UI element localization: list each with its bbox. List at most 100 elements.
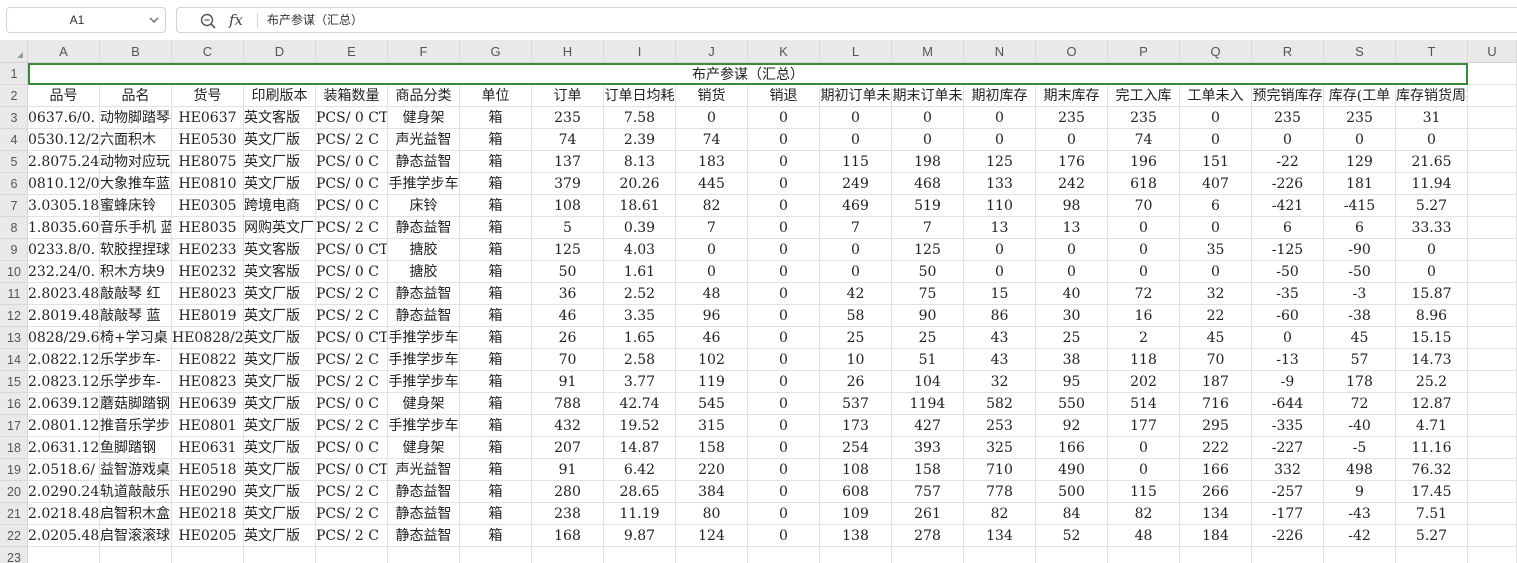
cell-P7[interactable]: 70: [1108, 195, 1180, 217]
cell-A13[interactable]: 0828/29.6: [28, 327, 100, 349]
cell-B13[interactable]: 椅+学习桌: [100, 327, 172, 349]
cell-A5[interactable]: 2.8075.24/: [28, 151, 100, 173]
cell-J18[interactable]: 158: [676, 437, 748, 459]
cell-J12[interactable]: 96: [676, 305, 748, 327]
cell-U13[interactable]: [1468, 327, 1517, 349]
cell-G23[interactable]: [460, 547, 532, 563]
cell-A16[interactable]: 2.0639.12/: [28, 393, 100, 415]
cell-G13[interactable]: 箱: [460, 327, 532, 349]
cell-S16[interactable]: 72: [1324, 393, 1396, 415]
cell-S18[interactable]: -5: [1324, 437, 1396, 459]
cell-P5[interactable]: 196: [1108, 151, 1180, 173]
cell-H11[interactable]: 36: [532, 283, 604, 305]
cell-N8[interactable]: 13: [964, 217, 1036, 239]
cell-F8[interactable]: 静态益智: [388, 217, 460, 239]
cell-I2[interactable]: 订单日均耗: [604, 85, 676, 107]
cell-A15[interactable]: 2.0823.12/: [28, 371, 100, 393]
cell-K7[interactable]: 0: [748, 195, 820, 217]
cell-Q5[interactable]: 151: [1180, 151, 1252, 173]
cell-K17[interactable]: 0: [748, 415, 820, 437]
cell-J19[interactable]: 220: [676, 459, 748, 481]
cell-M5[interactable]: 198: [892, 151, 964, 173]
cell-R7[interactable]: -421: [1252, 195, 1324, 217]
cell-N16[interactable]: 582: [964, 393, 1036, 415]
cell-O16[interactable]: 550: [1036, 393, 1108, 415]
cell-T10[interactable]: 0: [1396, 261, 1468, 283]
cell-O15[interactable]: 95: [1036, 371, 1108, 393]
cell-P9[interactable]: 0: [1108, 239, 1180, 261]
cell-M10[interactable]: 50: [892, 261, 964, 283]
cell-G8[interactable]: 箱: [460, 217, 532, 239]
cell-K4[interactable]: 0: [748, 129, 820, 151]
row-header-1[interactable]: 1: [0, 63, 28, 85]
column-header-G[interactable]: G: [460, 40, 532, 63]
cell-A2[interactable]: 品号: [28, 85, 100, 107]
column-header-F[interactable]: F: [388, 40, 460, 63]
cell-O5[interactable]: 176: [1036, 151, 1108, 173]
cell-E9[interactable]: PCS/ 0 CT: [316, 239, 388, 261]
cell-T23[interactable]: [1396, 547, 1468, 563]
cell-O13[interactable]: 25: [1036, 327, 1108, 349]
column-header-T[interactable]: T: [1396, 40, 1468, 63]
cell-Q3[interactable]: 0: [1180, 107, 1252, 129]
cell-D4[interactable]: 英文厂版: [244, 129, 316, 151]
cell-O7[interactable]: 98: [1036, 195, 1108, 217]
cell-O2[interactable]: 期末库存: [1036, 85, 1108, 107]
cell-K9[interactable]: 0: [748, 239, 820, 261]
cell-R19[interactable]: 332: [1252, 459, 1324, 481]
row-header-14[interactable]: 14: [0, 349, 28, 371]
cell-D10[interactable]: 英文客版: [244, 261, 316, 283]
cell-B6[interactable]: 大象推车蓝: [100, 173, 172, 195]
cell-L6[interactable]: 249: [820, 173, 892, 195]
chevron-down-icon[interactable]: [147, 12, 161, 28]
row-header-3[interactable]: 3: [0, 107, 28, 129]
column-header-K[interactable]: K: [748, 40, 820, 63]
cell-A23[interactable]: [28, 547, 100, 563]
cell-J2[interactable]: 销货: [676, 85, 748, 107]
zoom-icon[interactable]: [199, 12, 217, 30]
row-header-16[interactable]: 16: [0, 393, 28, 415]
cell-A11[interactable]: 2.8023.48: [28, 283, 100, 305]
cell-P12[interactable]: 16: [1108, 305, 1180, 327]
cell-M12[interactable]: 90: [892, 305, 964, 327]
cell-O22[interactable]: 52: [1036, 525, 1108, 547]
cell-Q16[interactable]: 716: [1180, 393, 1252, 415]
cell-F13[interactable]: 手推学步车: [388, 327, 460, 349]
row-header-20[interactable]: 20: [0, 481, 28, 503]
cell-E16[interactable]: PCS/ 0 C: [316, 393, 388, 415]
cell-Q21[interactable]: 134: [1180, 503, 1252, 525]
cell-L23[interactable]: [820, 547, 892, 563]
cell-I21[interactable]: 11.19: [604, 503, 676, 525]
cell-B18[interactable]: 鱼脚踏钢: [100, 437, 172, 459]
cell-E20[interactable]: PCS/ 2 C: [316, 481, 388, 503]
cell-L12[interactable]: 58: [820, 305, 892, 327]
cell-R14[interactable]: -13: [1252, 349, 1324, 371]
cell-T2[interactable]: 库存销货周期: [1396, 85, 1468, 107]
cell-I13[interactable]: 1.65: [604, 327, 676, 349]
cell-N20[interactable]: 778: [964, 481, 1036, 503]
cell-R21[interactable]: -177: [1252, 503, 1324, 525]
cell-Q13[interactable]: 45: [1180, 327, 1252, 349]
cell-H22[interactable]: 168: [532, 525, 604, 547]
cell-S7[interactable]: -415: [1324, 195, 1396, 217]
cell-C5[interactable]: HE8075: [172, 151, 244, 173]
column-header-A[interactable]: A: [28, 40, 100, 63]
cell-I18[interactable]: 14.87: [604, 437, 676, 459]
cell-O18[interactable]: 166: [1036, 437, 1108, 459]
cell-G14[interactable]: 箱: [460, 349, 532, 371]
formula-box[interactable]: fx 布产参谋（汇总）: [176, 7, 1517, 33]
cell-A17[interactable]: 2.0801.12/: [28, 415, 100, 437]
cell-M18[interactable]: 393: [892, 437, 964, 459]
cell-R13[interactable]: 0: [1252, 327, 1324, 349]
cell-P20[interactable]: 115: [1108, 481, 1180, 503]
cell-D8[interactable]: 网购英文厂: [244, 217, 316, 239]
cell-G21[interactable]: 箱: [460, 503, 532, 525]
cell-E23[interactable]: [316, 547, 388, 563]
cell-A18[interactable]: 2.0631.12/: [28, 437, 100, 459]
cell-B10[interactable]: 积木方块9: [100, 261, 172, 283]
cell-U20[interactable]: [1468, 481, 1517, 503]
cell-A10[interactable]: 232.24/0.: [28, 261, 100, 283]
cell-F16[interactable]: 健身架: [388, 393, 460, 415]
cell-B12[interactable]: 敲敲琴 蓝: [100, 305, 172, 327]
cell-F2[interactable]: 商品分类: [388, 85, 460, 107]
